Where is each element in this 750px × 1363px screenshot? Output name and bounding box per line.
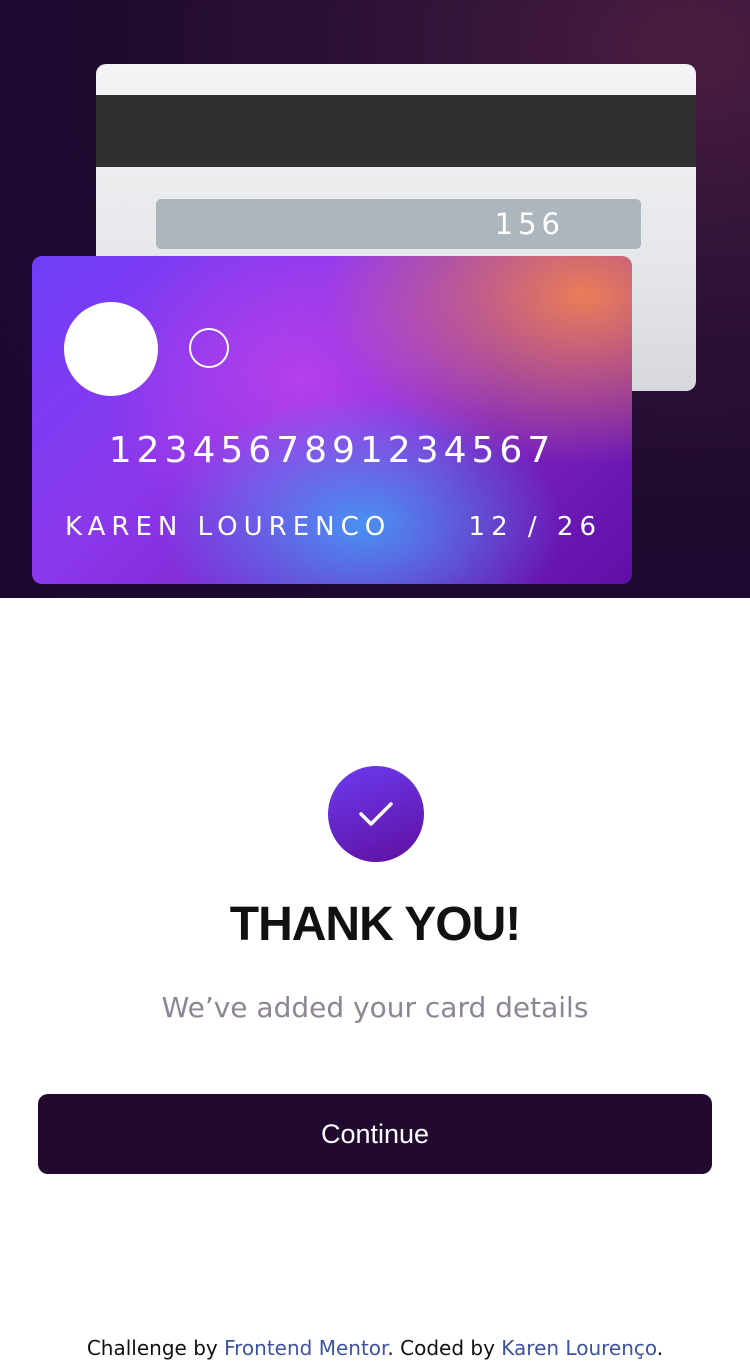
card-logo-circle-outline — [189, 328, 229, 368]
footer-prefix: Challenge by — [86, 1336, 225, 1360]
footer-suffix: . — [656, 1336, 664, 1360]
cards-hero: 156 1234567891234567 KAREN LOURENCO 12 /… — [0, 0, 750, 598]
card-expiry: 12 / 26 — [468, 512, 602, 542]
cardholder-name: KAREN LOURENCO — [65, 512, 392, 542]
magnetic-strip — [96, 95, 696, 167]
continue-button[interactable]: Continue — [38, 1094, 712, 1174]
signature-strip: 156 — [156, 199, 641, 249]
card-logo-circle-filled — [64, 302, 158, 396]
attribution-footer: Challenge by Frontend Mentor. Coded by K… — [0, 1333, 750, 1363]
confirmation-message: We’ve added your card details — [161, 991, 589, 1024]
card-number: 1234567891234567 — [108, 430, 556, 471]
card-front: 1234567891234567 KAREN LOURENCO 12 / 26 — [32, 256, 632, 584]
check-icon — [328, 766, 424, 862]
frontend-mentor-link[interactable]: Frontend Mentor — [224, 1336, 387, 1360]
thank-you-title: THANK YOU! — [229, 898, 521, 951]
footer-middle: . Coded by — [387, 1336, 502, 1360]
author-link[interactable]: Karen Lourenço — [501, 1336, 657, 1360]
card-cvc: 156 — [494, 207, 565, 241]
